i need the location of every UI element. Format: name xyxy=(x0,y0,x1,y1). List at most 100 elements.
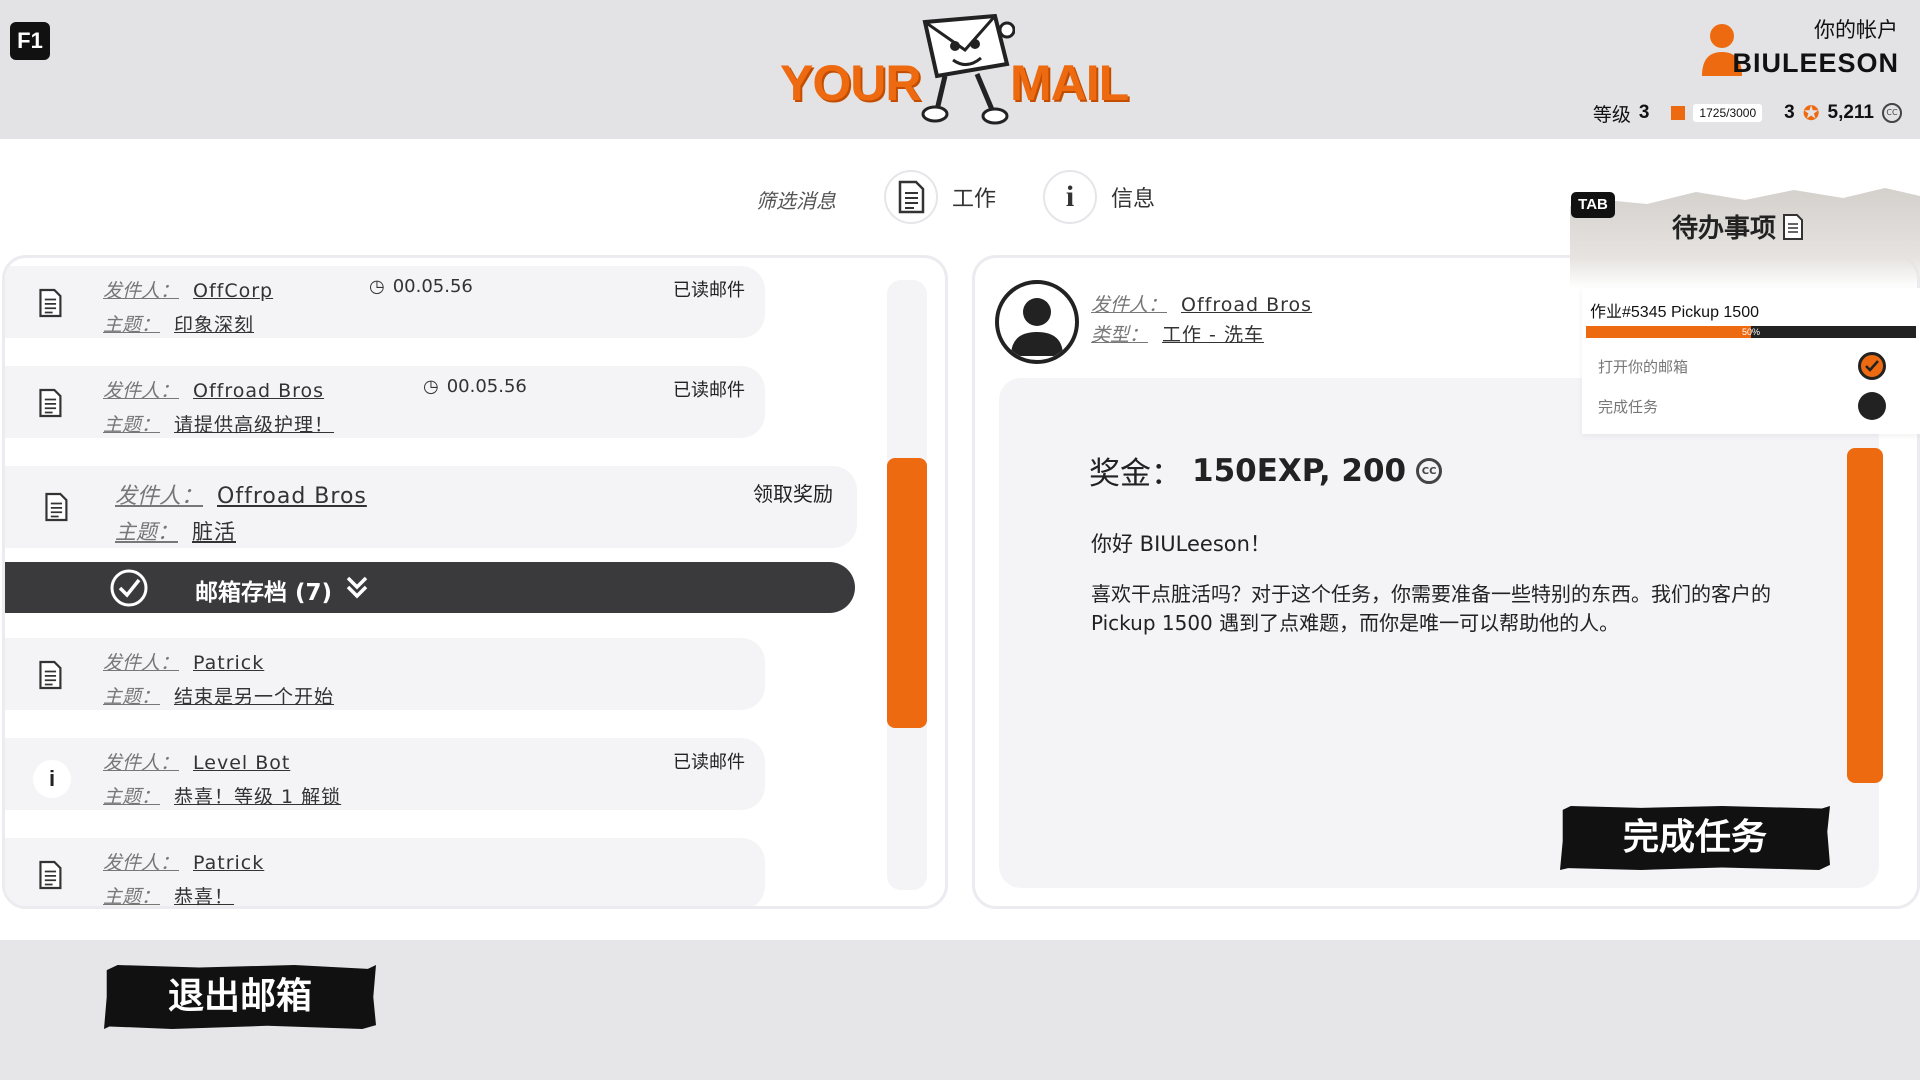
subject-label: 主题： xyxy=(115,520,178,544)
clock-icon: ◷ xyxy=(423,376,439,397)
message-list-panel: 发件人： OffCorp 主题： 印象深刻 ◷ 00.05.56 已读邮件 发件人： O… xyxy=(2,255,948,909)
message-status: 已读邮件 xyxy=(673,752,745,773)
account-name: BIULEESON xyxy=(1732,48,1899,78)
subject-label: 主题： xyxy=(103,686,161,708)
message-sender: Patrick xyxy=(193,852,265,874)
star-icon: ✪ xyxy=(1802,101,1820,125)
info-icon: i xyxy=(1043,170,1097,224)
logo-text-your: YOUR xyxy=(780,55,921,111)
message-subject: 印象深刻 xyxy=(174,314,255,336)
message-item[interactable]: 发件人： OffCorp 主题： 印象深刻 ◷ 00.05.56 已读邮件 xyxy=(5,266,765,338)
detail-scrollbar-thumb[interactable] xyxy=(1847,448,1883,783)
level-value: 3 xyxy=(1638,102,1650,123)
sender-label: 发件人： xyxy=(103,380,180,402)
todo-task-open-mailbox: 打开你的邮箱 xyxy=(1598,358,1689,376)
sender-avatar-icon xyxy=(995,280,1079,364)
todo-panel: TAB 待办事项 作业#5345 Pickup 1500 50% 打开你的邮箱 … xyxy=(1570,188,1920,434)
claim-reward-status[interactable]: 领取奖励 xyxy=(753,478,833,507)
document-icon xyxy=(884,170,938,224)
archived-message-item[interactable]: 发件人： Patrick 主题： 恭喜！ xyxy=(5,838,765,908)
archived-message-item[interactable]: 发件人： Patrick 主题： 结束是另一个开始 xyxy=(5,638,765,710)
level-label: 等级 xyxy=(1592,103,1631,126)
filter-info-button[interactable]: i 信息 xyxy=(1043,169,1155,225)
message-sender: Patrick xyxy=(193,652,265,674)
coin-icon: CC xyxy=(1416,457,1443,484)
your-mail-logo: YOUR MAIL xyxy=(780,14,1140,126)
message-body-text: 喜欢干点脏活吗？对于这个任务，你需要准备一些特别的东西。我们的客户的 Picku… xyxy=(1091,582,1771,635)
sender-label: 发件人： xyxy=(103,852,180,874)
filter-info-label: 信息 xyxy=(1111,187,1156,212)
document-icon xyxy=(39,288,62,318)
reward-line: 奖金： 150EXP, 200 CC xyxy=(1089,448,1443,493)
subject-label: 主题： xyxy=(103,786,161,808)
detail-type: 工作 - 洗车 xyxy=(1162,324,1264,346)
message-sender: Offroad Bros xyxy=(193,380,325,402)
sender-label: 发件人： xyxy=(103,652,180,674)
document-icon xyxy=(39,388,62,418)
message-status: 已读邮件 xyxy=(673,280,745,301)
coins-value: 5,211 xyxy=(1827,102,1875,123)
message-subject: 结束是另一个开始 xyxy=(174,686,335,708)
filter-work-button[interactable]: 工作 xyxy=(884,169,996,225)
document-icon xyxy=(39,660,62,690)
account-title: 你的帐户 xyxy=(1814,18,1898,42)
xp-icon xyxy=(1671,106,1686,120)
reward-value: 150EXP, 200 xyxy=(1192,452,1407,489)
type-label: 类型： xyxy=(1091,324,1149,346)
account-stats: 等级 3 1725/3000 3 ✪ 5,211 CC xyxy=(1593,100,1902,126)
message-subject: 脏活 xyxy=(192,520,236,544)
detail-sender: Offroad Bros xyxy=(1181,294,1313,316)
message-time: 00.05.56 xyxy=(392,276,473,297)
task-done-check-icon xyxy=(1858,352,1886,380)
todo-task-complete: 完成任务 xyxy=(1598,398,1659,416)
task-pending-dot-icon xyxy=(1858,392,1886,420)
sender-label: 发件人： xyxy=(103,280,180,302)
todo-progress-bar: 50% xyxy=(1586,326,1916,338)
archived-message-item[interactable]: i 发件人： Level Bot 主题： 恭喜！等级 1 解锁 已读邮件 xyxy=(5,738,765,810)
complete-task-button[interactable]: 完成任务 xyxy=(1560,806,1830,870)
double-chevron-down-icon xyxy=(346,576,368,599)
todo-progress-text: 50% xyxy=(1741,327,1760,337)
message-greeting: 你好 BIULeeson！ xyxy=(1091,532,1271,556)
f1-key-hint[interactable]: F1 xyxy=(10,22,50,60)
document-icon xyxy=(39,860,62,890)
sender-label: 发件人： xyxy=(115,484,204,509)
clock-icon: ◷ xyxy=(369,276,385,297)
message-item-selected[interactable]: 发件人： Offroad Bros 主题： 脏活 领取奖励 xyxy=(5,466,857,548)
subject-label: 主题： xyxy=(103,886,161,908)
message-status: 已读邮件 xyxy=(673,380,745,401)
subject-label: 主题： xyxy=(103,414,161,436)
coin-icon: CC xyxy=(1882,103,1902,123)
exit-mailbox-button[interactable]: 退出邮箱 xyxy=(104,965,376,1029)
message-sender: Level Bot xyxy=(193,752,291,774)
logo-text-mail: MAIL xyxy=(1010,55,1129,111)
top-header: F1 YOUR MAIL 你的帐户 BIULEESON 等级 3 1725/30… xyxy=(0,0,1920,139)
info-icon: i xyxy=(33,760,71,798)
stars-value: 3 xyxy=(1784,102,1795,123)
filter-label: 筛选消息 xyxy=(756,189,836,213)
todo-job-title: 作业#5345 Pickup 1500 xyxy=(1590,304,1760,321)
archive-label: 邮箱存档 (7) xyxy=(195,580,333,606)
sender-label: 发件人： xyxy=(103,752,180,774)
message-item[interactable]: 发件人： Offroad Bros 主题： 请提供高级护理！ ◷ 00.05.56 已… xyxy=(5,366,765,438)
mail-mascot-icon xyxy=(921,14,1015,125)
sender-label: 发件人： xyxy=(1091,294,1168,316)
message-sender: OffCorp xyxy=(193,280,274,302)
archive-toggle-bar[interactable]: 邮箱存档 (7) xyxy=(5,562,855,613)
message-subject: 请提供高级护理！ xyxy=(174,414,335,436)
todo-title-text: 待办事项 xyxy=(1672,214,1777,244)
tab-key-hint[interactable]: TAB xyxy=(1571,192,1615,218)
filter-work-label: 工作 xyxy=(952,187,997,212)
checklist-icon xyxy=(1783,213,1804,240)
reward-label: 奖金： xyxy=(1089,456,1182,492)
message-sender: Offroad Bros xyxy=(217,484,367,509)
xp-progress-text: 1725/3000 xyxy=(1693,104,1763,122)
message-time: 00.05.56 xyxy=(446,376,527,397)
list-scrollbar-thumb[interactable] xyxy=(887,458,927,728)
todo-title: 待办事项 xyxy=(1672,208,1804,245)
message-subject: 恭喜！等级 1 解锁 xyxy=(174,786,342,808)
subject-label: 主题： xyxy=(103,314,161,336)
document-icon xyxy=(45,492,68,522)
check-circle-icon xyxy=(110,569,148,607)
message-subject: 恭喜！ xyxy=(174,886,235,908)
